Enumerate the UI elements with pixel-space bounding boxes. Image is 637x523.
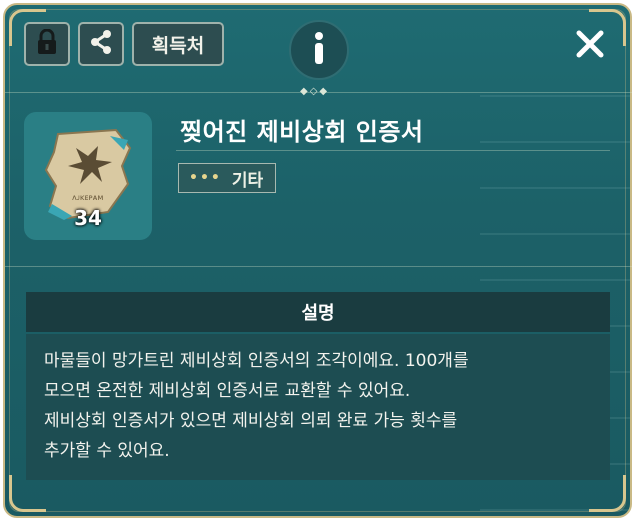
description-header: 설명 [26, 292, 610, 332]
section-divider [5, 266, 632, 267]
category-label: 기타 [231, 170, 264, 191]
info-button[interactable] [289, 20, 349, 80]
share-button[interactable] [78, 22, 124, 66]
lock-icon [36, 28, 58, 59]
category-tag: ••• 기타 [178, 163, 277, 193]
close-button[interactable] [570, 26, 610, 66]
description-line: 추가할 수 있어요. [44, 441, 170, 461]
dots-icon: ••• [189, 170, 222, 186]
frame-corner-ornament [589, 475, 626, 512]
header-divider [5, 92, 632, 93]
acquisition-source-label: 획득처 [151, 34, 205, 57]
close-icon [575, 29, 605, 63]
frame-corner-ornament [9, 475, 46, 512]
title-divider [176, 150, 610, 151]
acquisition-source-button[interactable]: 획득처 [132, 22, 224, 66]
item-count: 34 [74, 206, 102, 230]
description-line: 모으면 온전한 제비상회 인증서로 교환할 수 있어요. [44, 381, 411, 401]
share-icon [89, 29, 113, 59]
description-line: 마물들이 망가트린 제비상회 인증서의 조각이에요. 100개를 [44, 351, 469, 371]
info-icon [312, 31, 326, 69]
item-title: 찢어진 제비상회 인증서 [180, 118, 424, 146]
lock-button[interactable] [24, 22, 70, 66]
svg-text:ᴧᴊᴋᴇᴘᴀᴍ: ᴧᴊᴋᴇᴘᴀᴍ [72, 193, 103, 202]
description-line: 제비상회 인증서가 있으면 제비상회 의뢰 완료 가능 횟수를 [44, 411, 458, 431]
description-body: 마물들이 망가트린 제비상회 인증서의 조각이에요. 100개를 모으면 온전한… [26, 334, 610, 480]
description-header-label: 설명 [301, 303, 335, 324]
